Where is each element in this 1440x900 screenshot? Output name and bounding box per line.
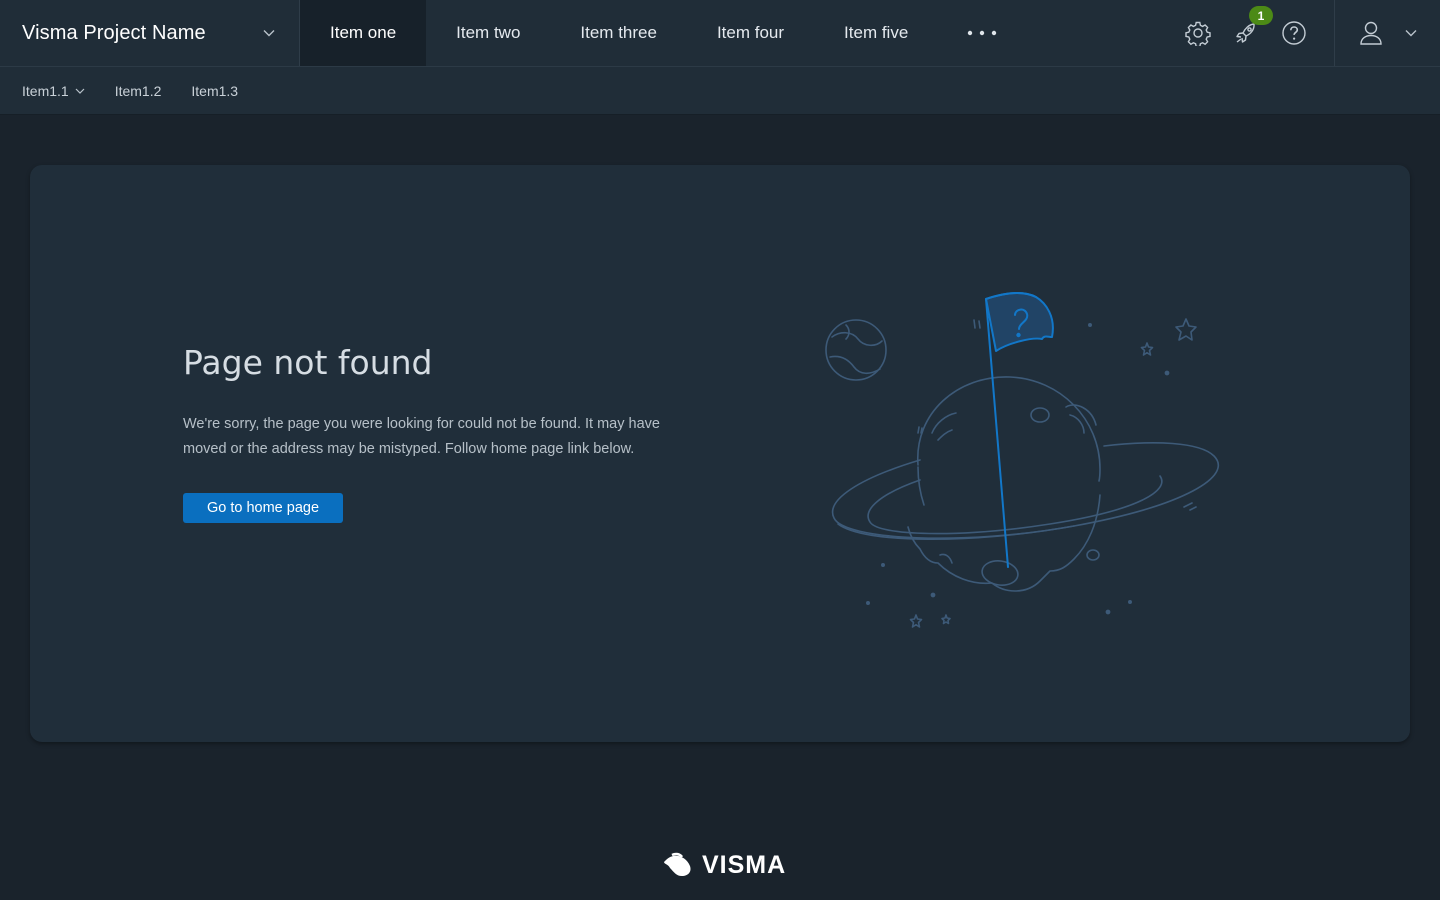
subnav-item-1-3[interactable]: Item1.3 [191, 83, 238, 99]
more-dots-icon [968, 30, 997, 36]
go-home-button[interactable]: Go to home page [183, 493, 343, 523]
settings-button[interactable] [1174, 0, 1222, 66]
nav-item-label: Item one [330, 23, 397, 42]
help-circle-icon [1282, 21, 1306, 45]
top-navbar: Visma Project Name Item one Item two Ite… [0, 0, 1440, 67]
nav-more-button[interactable] [938, 0, 1028, 66]
main-nav: Item one Item two Item three Item four I… [300, 0, 1028, 66]
project-selector[interactable]: Visma Project Name [0, 0, 300, 66]
gear-icon [1185, 21, 1211, 46]
nav-item-label: Item four [716, 23, 785, 42]
nav-item-label: Item three [580, 23, 657, 42]
chevron-down-icon [75, 88, 85, 94]
nav-item-one[interactable]: Item one [300, 0, 427, 66]
nav-item-four[interactable]: Item four [687, 0, 814, 66]
nav-item-label: Item five [844, 23, 909, 42]
nav-item-five[interactable]: Item five [814, 0, 938, 66]
error-description: We're sorry, the page you were looking f… [183, 416, 660, 457]
nav-item-label: Item two [456, 23, 521, 42]
subnav-item-label: Item1.1 [22, 82, 69, 99]
nav-item-two[interactable]: Item two [426, 0, 550, 66]
chevron-down-icon [1405, 30, 1416, 37]
project-name: Visma Project Name [22, 21, 206, 44]
planet-illustration [825, 292, 1220, 628]
chevron-down-icon [263, 30, 275, 37]
page-title: Page not found [183, 343, 433, 382]
user-icon [1359, 21, 1382, 45]
subnav-item-1-2[interactable]: Item1.2 [115, 83, 162, 99]
subnav-item-1-1[interactable]: Item1.1 [22, 83, 85, 99]
notifications-button[interactable]: 1 [1222, 0, 1273, 66]
subnav-item-label: Item1.2 [114, 82, 162, 99]
subnav-item-label: Item1.3 [191, 82, 239, 99]
user-menu[interactable] [1334, 0, 1440, 66]
header-tools: 1 [1174, 0, 1440, 66]
help-button[interactable] [1270, 0, 1318, 66]
nav-item-three[interactable]: Item three [550, 0, 687, 66]
secondary-nav: Item1.1 Item1.2 Item1.3 [0, 67, 1440, 115]
visma-logo: VISMA [662, 850, 785, 885]
error-card: Page not found We're sorry, the page you… [30, 165, 1410, 742]
logo-text: VISMA [702, 851, 787, 879]
